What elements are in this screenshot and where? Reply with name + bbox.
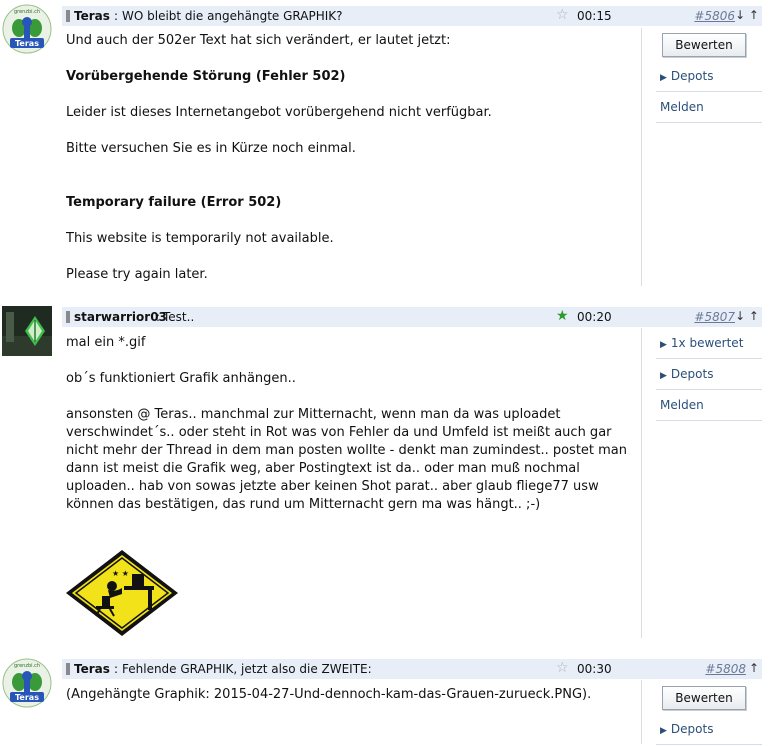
avatar-label: Teras (15, 693, 39, 702)
divider (641, 328, 642, 638)
post-header: Teras : Fehlende GRAPHIK, jetzt also die… (62, 659, 762, 679)
body-heading: Temporary failure (Error 502) (66, 195, 282, 210)
depots-link[interactable]: ▶ Depots (656, 359, 762, 390)
body-text: Und auch der 502er Text hat sich verände… (66, 33, 451, 48)
avatar-top-label: grenzbi.ch (14, 9, 40, 15)
sleeping-at-desk-image[interactable]: ★ ★ (64, 548, 180, 638)
post-time: 00:30 (577, 662, 612, 676)
star-icon[interactable]: ★ (556, 308, 569, 324)
post-actions: ▶ 1x bewertet ▶ Depots Melden (656, 328, 762, 421)
avatar[interactable] (2, 306, 52, 356)
header-marker (66, 663, 70, 675)
post-5807: starwarrior03 : Test.. ★ 00:20 #5807 ↓ ↑… (0, 300, 778, 650)
divider (641, 28, 642, 286)
post-actions: Bewerten ▶ Depots (656, 686, 762, 745)
post-time: 00:20 (577, 310, 612, 324)
avatar-top-label: grenzbi.ch (14, 663, 40, 669)
body-text: ansonsten @ Teras.. manchmal zur Mittern… (66, 407, 628, 512)
nav-arrows-icon[interactable]: ↓ ↑ (735, 309, 759, 323)
triangle-right-icon: ▶ (660, 73, 667, 83)
triangle-right-icon: ▶ (660, 371, 667, 381)
post-subject: Fehlende GRAPHIK, jetzt also die ZWEITE: (122, 662, 372, 676)
depots-label: Depots (670, 367, 714, 381)
post-header: Teras : WO bleibt die angehängte GRAPHIK… (62, 6, 762, 26)
body-text: Please try again later. (66, 267, 208, 282)
divider (641, 680, 642, 744)
post-body: (Angehängte Graphik: 2015-04-27-Und-denn… (66, 686, 636, 704)
report-label: Melden (660, 100, 704, 114)
body-text: Leider ist dieses Internetangebot vorübe… (66, 105, 492, 120)
body-text: ob´s funktioniert Grafik anhängen.. (66, 371, 296, 386)
report-link[interactable]: Melden (656, 390, 762, 421)
star-icon[interactable]: ☆ (556, 7, 569, 23)
post-subject: WO bleibt die angehängte GRAPHIK? (122, 9, 343, 23)
body-text: (Angehängte Graphik: 2015-04-27-Und-denn… (66, 687, 592, 702)
header-marker (66, 311, 70, 323)
depots-label: Depots (670, 722, 714, 736)
report-label: Melden (660, 398, 704, 412)
rate-button[interactable]: Bewerten (662, 686, 746, 710)
post-actions: Bewerten ▶ Depots Melden (656, 33, 762, 123)
post-5808: grenzbi.ch Teras Teras : Fehlende GRAPHI… (0, 652, 778, 745)
author-name[interactable]: Teras (74, 9, 110, 23)
author-name[interactable]: starwarrior03 (74, 310, 167, 324)
triangle-right-icon: ▶ (660, 340, 667, 350)
depots-label: Depots (670, 69, 714, 83)
avatar[interactable]: grenzbi.ch Teras (2, 658, 52, 708)
header-marker (66, 10, 70, 22)
depots-link[interactable]: ▶ Depots (656, 714, 762, 745)
post-body: mal ein *.gif ob´s funktioniert Grafik a… (66, 334, 636, 514)
body-heading: Vorübergehende Störung (Fehler 502) (66, 69, 346, 84)
post-number-link[interactable]: #5807 (694, 310, 735, 324)
depots-link[interactable]: ▶ Depots (656, 61, 762, 92)
rated-link[interactable]: ▶ 1x bewertet (656, 328, 762, 359)
post-header: starwarrior03 : Test.. ★ 00:20 #5807 ↓ ↑ (62, 307, 762, 327)
sep: : (114, 9, 119, 23)
svg-text:★ ★: ★ ★ (112, 569, 129, 578)
post-subject: Test.. (163, 310, 195, 324)
avatar-label: Teras (15, 39, 39, 48)
body-text: Bitte versuchen Sie es in Kürze noch ein… (66, 141, 356, 156)
rated-label: 1x bewertet (670, 336, 744, 350)
star-icon[interactable]: ☆ (556, 660, 569, 676)
triangle-right-icon: ▶ (660, 726, 667, 736)
post-body: Und auch der 502er Text hat sich verände… (66, 32, 636, 284)
post-time: 00:15 (577, 9, 612, 23)
nav-up-icon[interactable]: ↑ (749, 661, 759, 675)
report-link[interactable]: Melden (656, 92, 762, 123)
sep: : (156, 310, 161, 324)
post-5806: grenzbi.ch Teras Teras : WO bleibt die a… (0, 0, 778, 300)
author-name[interactable]: Teras (74, 662, 110, 676)
sep: : (114, 662, 119, 676)
body-text: This website is temporarily not availabl… (66, 231, 334, 246)
body-text: mal ein *.gif (66, 335, 146, 350)
post-number-link[interactable]: #5806 (694, 9, 735, 23)
nav-arrows-icon[interactable]: ↓ ↑ (735, 8, 759, 22)
avatar[interactable]: grenzbi.ch Teras (2, 4, 52, 54)
post-number-link[interactable]: #5808 (705, 662, 746, 676)
rate-button[interactable]: Bewerten (662, 33, 746, 57)
